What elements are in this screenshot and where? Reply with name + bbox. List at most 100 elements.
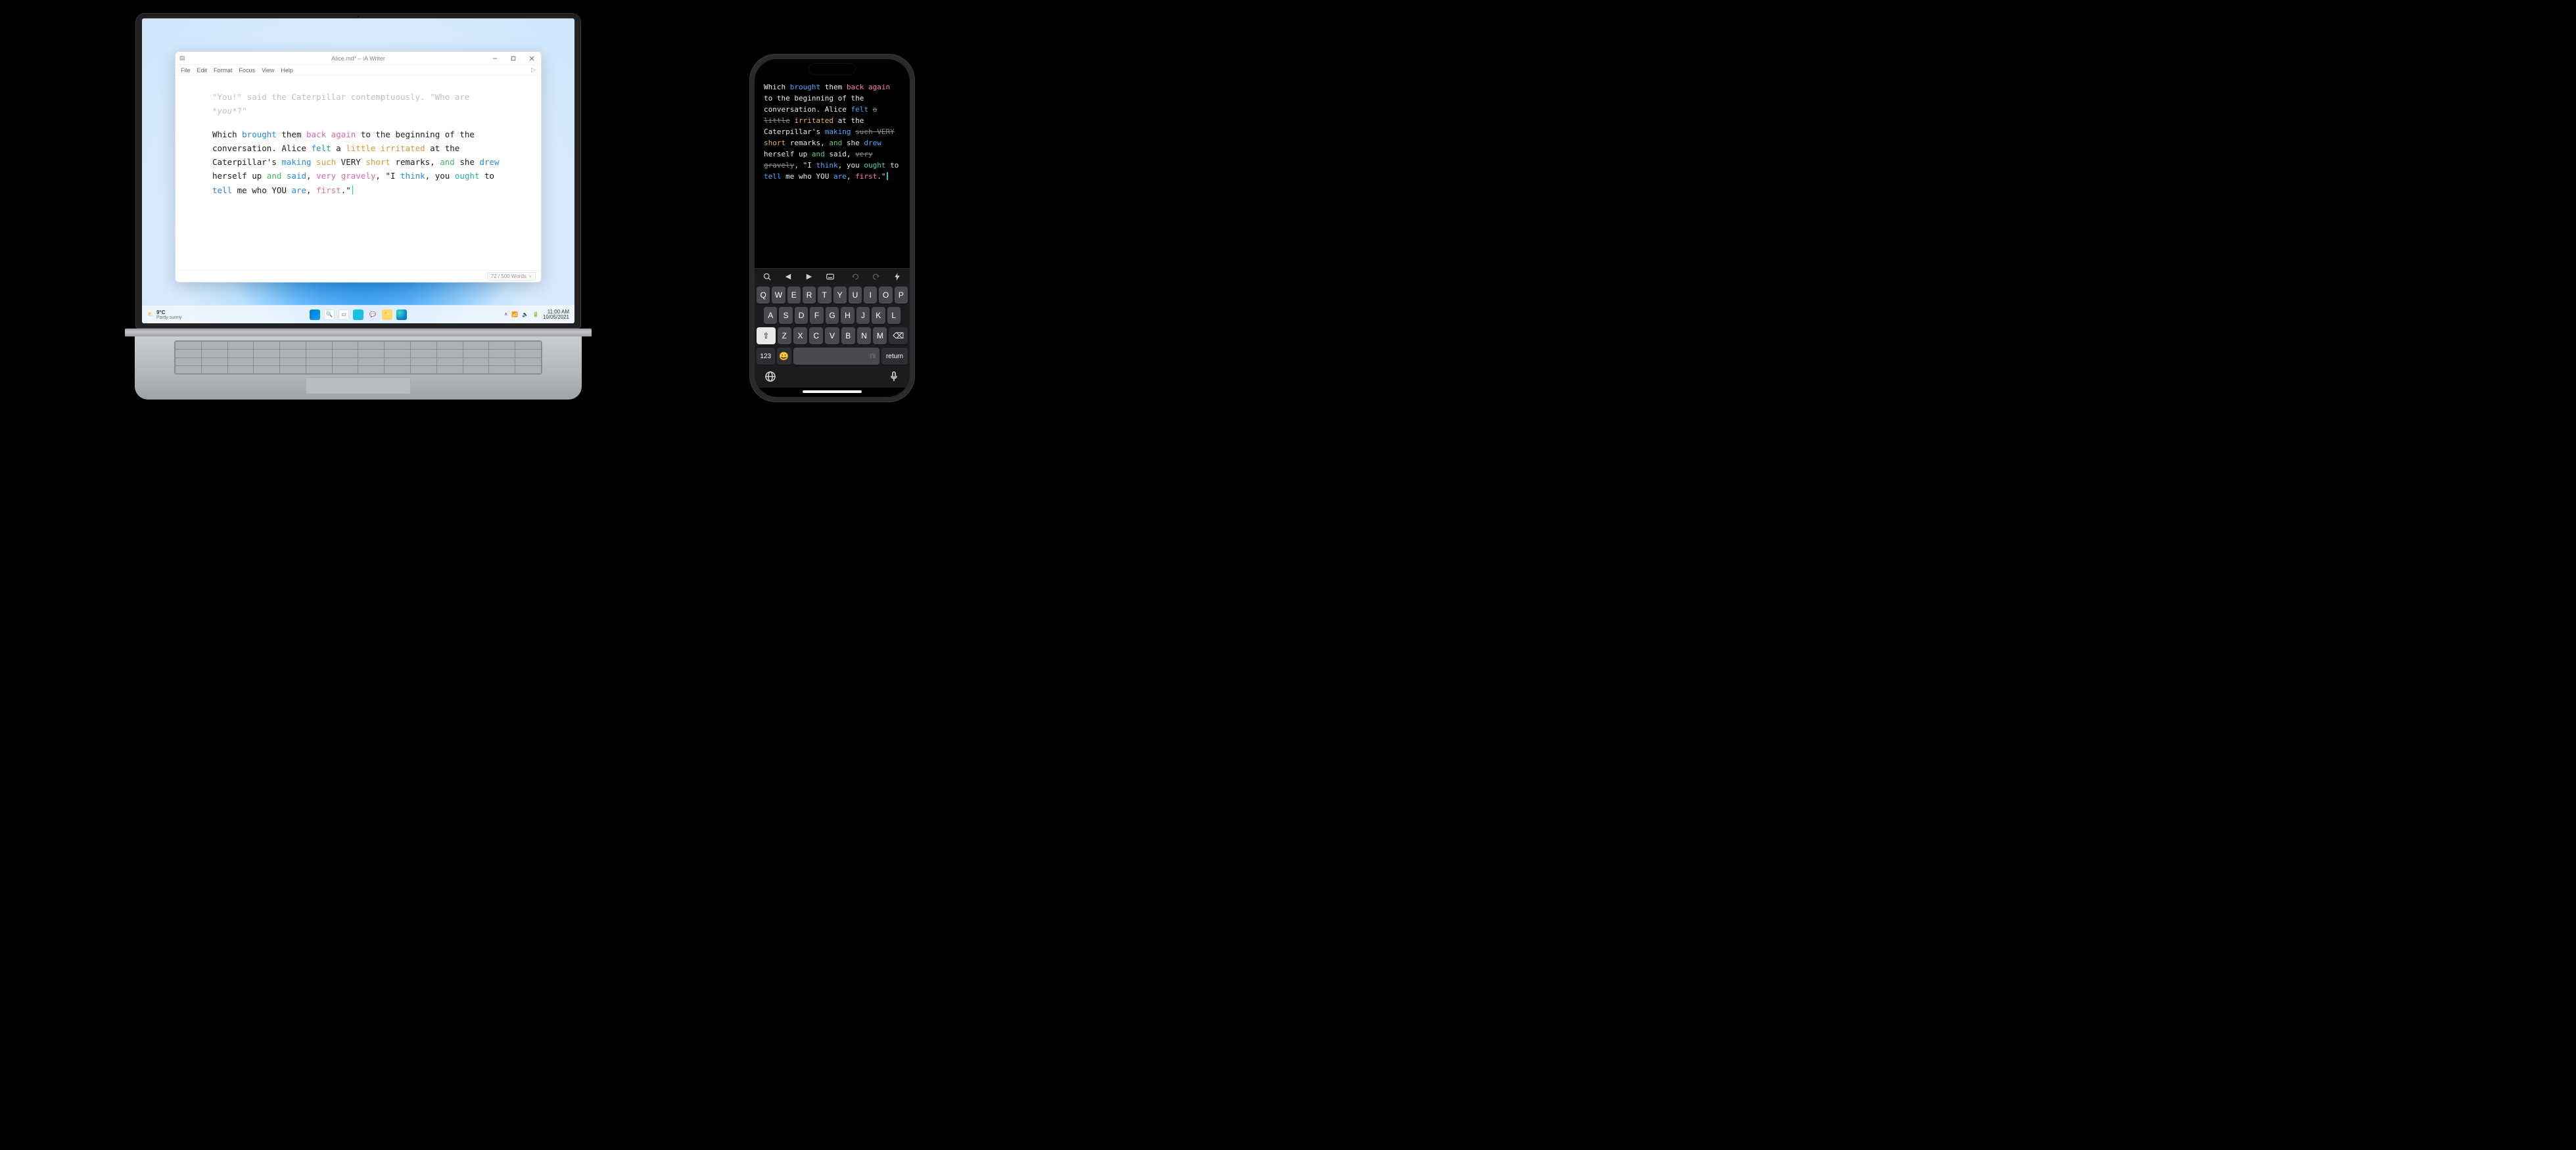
windows-taskbar: ⛅ 9°C Partly sunny 🔍 ▭ 💬 📁 ˄	[142, 305, 574, 323]
globe-icon[interactable]	[765, 371, 776, 385]
keyboard-icon[interactable]	[824, 272, 836, 281]
return-key[interactable]: return	[881, 348, 908, 365]
key-r[interactable]: R	[803, 287, 816, 304]
chevron-down-icon: ˅	[529, 275, 532, 279]
key-c[interactable]: C	[809, 327, 823, 344]
key-j[interactable]: J	[856, 307, 870, 324]
adverb-token: again	[868, 83, 890, 91]
weather-icon: ⛅	[147, 311, 154, 317]
redo-icon[interactable]	[870, 273, 882, 281]
close-button[interactable]	[523, 52, 541, 65]
minimize-button[interactable]	[486, 52, 504, 65]
key-p[interactable]: P	[895, 287, 908, 304]
aux-token: ought	[864, 161, 885, 170]
taskbar-weather[interactable]: ⛅ 9°C Partly sunny	[142, 310, 187, 320]
verb-token: think	[816, 161, 837, 170]
key-x[interactable]: X	[793, 327, 807, 344]
taskbar-app-iawriter[interactable]	[353, 310, 363, 320]
adverb-token: gravely	[341, 171, 376, 181]
adjective-token: irritated	[381, 143, 425, 153]
key-m[interactable]: M	[873, 327, 887, 344]
verb-token: making	[825, 127, 851, 136]
space-key[interactable]: I'll	[793, 348, 879, 365]
task-view-icon[interactable]: ▭	[339, 310, 349, 320]
laptop-device: ▤ Alice.md* – iA Writer	[125, 13, 592, 421]
phone-editor-textarea[interactable]: Which brought them back again to the beg…	[755, 59, 910, 268]
preview-play-icon[interactable]: ▷	[531, 66, 536, 74]
tray-volume-icon[interactable]: 🔈	[522, 311, 528, 317]
word-back-icon[interactable]: ◀	[782, 272, 794, 281]
key-q[interactable]: Q	[757, 287, 770, 304]
laptop-keyboard	[174, 340, 542, 375]
tray-battery-icon[interactable]: 🔋	[532, 311, 539, 317]
taskbar-edge-icon[interactable]	[396, 310, 407, 320]
key-h[interactable]: H	[841, 307, 854, 324]
iphone-device: Which brought them back again to the beg…	[749, 54, 915, 402]
key-t[interactable]: T	[818, 287, 831, 304]
start-button[interactable]	[310, 310, 320, 320]
key-y[interactable]: Y	[833, 287, 847, 304]
taskbar-app-chat[interactable]: 💬	[367, 310, 378, 320]
weather-desc: Partly sunny	[156, 315, 182, 320]
menu-format[interactable]: Format	[214, 67, 233, 74]
dictation-mic-icon[interactable]	[889, 371, 899, 385]
word-count-pill[interactable]: 72 / 500 Words˅	[487, 272, 536, 281]
key-z[interactable]: Z	[778, 327, 791, 344]
home-indicator[interactable]	[803, 390, 862, 393]
menu-help[interactable]: Help	[281, 67, 293, 74]
key-k[interactable]: K	[872, 307, 885, 324]
word-forward-icon[interactable]: ▶	[803, 272, 815, 281]
key-n[interactable]: N	[857, 327, 871, 344]
adjective-token: short	[365, 157, 390, 167]
search-icon[interactable]	[761, 272, 773, 281]
adverb-token: back	[847, 83, 864, 91]
key-i[interactable]: I	[864, 287, 877, 304]
verb-token: are	[833, 172, 847, 181]
verb-token: brought	[242, 129, 277, 139]
sidebar-toggle-icon[interactable]: ▤	[179, 55, 185, 62]
adjective-token: such	[316, 157, 336, 167]
editor-active-paragraph: Which brought them back again to the beg…	[212, 127, 504, 197]
menu-file[interactable]: File	[181, 67, 191, 74]
menu-edit[interactable]: Edit	[197, 67, 208, 74]
key-s[interactable]: S	[779, 307, 792, 324]
key-o[interactable]: O	[879, 287, 892, 304]
key-v[interactable]: V	[825, 327, 839, 344]
laptop-hinge	[125, 329, 592, 336]
window-titlebar[interactable]: ▤ Alice.md* – iA Writer	[176, 52, 541, 65]
laptop-deck	[135, 336, 582, 400]
adjective-token: short	[764, 139, 785, 147]
statusbar: 72 / 500 Words˅	[176, 270, 541, 282]
verb-token: said	[287, 171, 306, 181]
editor-toolbar: ◀ ▶	[755, 268, 910, 284]
dynamic-island	[808, 63, 856, 75]
menu-view[interactable]: View	[262, 67, 274, 74]
key-l[interactable]: L	[887, 307, 901, 324]
numbers-key[interactable]: 123	[757, 348, 775, 365]
key-a[interactable]: A	[764, 307, 777, 324]
editor-dim-paragraph: "You!" said the Caterpillar contemptuous…	[212, 90, 504, 118]
key-w[interactable]: W	[772, 287, 785, 304]
shift-key[interactable]: ⇧	[757, 327, 776, 344]
tray-chevron-up-icon[interactable]: ˄	[504, 311, 507, 317]
backspace-key[interactable]: ⌫	[889, 327, 908, 344]
undo-icon[interactable]	[849, 273, 861, 281]
tray-wifi-icon[interactable]: 📶	[511, 311, 518, 317]
menu-focus[interactable]: Focus	[239, 67, 256, 74]
emoji-key[interactable]: 😀	[777, 348, 792, 365]
maximize-button[interactable]	[504, 52, 523, 65]
verb-token: making	[281, 157, 311, 167]
windows-desktop: ▤ Alice.md* – iA Writer	[142, 18, 574, 323]
key-b[interactable]: B	[841, 327, 855, 344]
flash-icon[interactable]	[891, 273, 903, 281]
key-f[interactable]: F	[810, 307, 823, 324]
verb-token: tell	[764, 172, 782, 181]
key-e[interactable]: E	[787, 287, 801, 304]
taskbar-file-explorer-icon[interactable]: 📁	[382, 310, 392, 320]
key-d[interactable]: D	[795, 307, 808, 324]
taskbar-clock[interactable]: 11:00 AM 10/05/2021	[543, 310, 569, 320]
taskbar-search-icon[interactable]: 🔍	[324, 310, 335, 320]
key-g[interactable]: G	[826, 307, 839, 324]
editor-textarea[interactable]: "You!" said the Caterpillar contemptuous…	[176, 76, 541, 270]
key-u[interactable]: U	[849, 287, 862, 304]
